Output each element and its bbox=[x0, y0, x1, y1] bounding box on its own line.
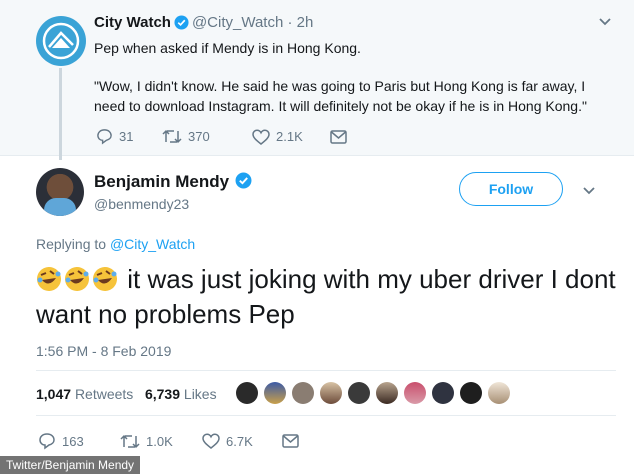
parent-actions: 31 370 2.1K bbox=[96, 128, 347, 145]
follow-button[interactable]: Follow bbox=[459, 172, 563, 206]
liker-avatar[interactable] bbox=[404, 382, 426, 404]
city-watch-avatar[interactable] bbox=[36, 16, 86, 66]
verified-icon bbox=[174, 15, 189, 34]
parent-tweet[interactable]: City Watch @City_Watch · 2h Pep when aske… bbox=[0, 0, 634, 160]
replying-prefix: Replying to bbox=[36, 236, 107, 252]
parent-separator: · bbox=[283, 14, 297, 31]
liker-avatars bbox=[236, 382, 510, 404]
envelope-icon bbox=[282, 434, 299, 448]
liker-avatar[interactable] bbox=[236, 382, 258, 404]
retweets-count[interactable]: 1,047 bbox=[36, 386, 71, 402]
liker-avatar[interactable] bbox=[264, 382, 286, 404]
liker-avatar[interactable] bbox=[488, 382, 510, 404]
main-actions: 163 1.0K 6.7K bbox=[38, 432, 299, 450]
retweet-button[interactable]: 1.0K bbox=[120, 433, 202, 450]
divider bbox=[36, 370, 616, 371]
main-tweet-text: it was just joking with my uber driver I… bbox=[36, 262, 616, 332]
liker-avatar[interactable] bbox=[292, 382, 314, 404]
retweet-count: 1.0K bbox=[146, 433, 173, 449]
verified-icon bbox=[235, 172, 252, 194]
heart-icon bbox=[202, 433, 220, 449]
main-author-handle[interactable]: @benmendy23 bbox=[94, 196, 189, 212]
divider bbox=[36, 415, 616, 416]
tweet-body: it was just joking with my uber driver I… bbox=[36, 264, 616, 329]
image-credit: Twitter/Benjamin Mendy bbox=[0, 456, 141, 474]
thread-line bbox=[59, 68, 62, 160]
heart-icon bbox=[252, 129, 270, 145]
envelope-icon bbox=[330, 129, 347, 144]
tweet-timestamp[interactable]: 1:56 PM - 8 Feb 2019 bbox=[36, 343, 171, 359]
liker-avatar[interactable] bbox=[320, 382, 342, 404]
main-author-name[interactable]: Benjamin Mendy bbox=[94, 172, 255, 194]
reply-icon bbox=[97, 129, 112, 145]
tweet-stats: 1,047 Retweets 6,739 Likes bbox=[36, 386, 217, 402]
parent-time[interactable]: 2h bbox=[297, 14, 314, 31]
reply-icon bbox=[39, 433, 55, 450]
parent-header: City Watch @City_Watch · 2h bbox=[94, 14, 313, 34]
rofl-emoji-icon bbox=[93, 267, 117, 291]
chevron-down-icon[interactable] bbox=[582, 183, 596, 202]
rofl-emoji-icon bbox=[37, 267, 61, 291]
retweets-label[interactable]: Retweets bbox=[75, 386, 133, 402]
parent-author-name[interactable]: City Watch bbox=[94, 14, 171, 31]
message-button[interactable] bbox=[282, 434, 299, 448]
like-count: 2.1K bbox=[276, 129, 303, 144]
message-button[interactable] bbox=[330, 129, 347, 144]
retweet-icon bbox=[162, 129, 182, 144]
parent-tweet-quote: "Wow, I didn't know. He said he was goin… bbox=[94, 78, 587, 114]
replying-to-link[interactable]: @City_Watch bbox=[110, 236, 195, 252]
benjamin-mendy-avatar[interactable] bbox=[36, 168, 84, 216]
liker-avatar[interactable] bbox=[432, 382, 454, 404]
reply-button[interactable]: 31 bbox=[96, 128, 162, 145]
retweet-icon bbox=[120, 434, 140, 448]
retweet-count: 370 bbox=[188, 129, 210, 144]
chevron-down-icon[interactable] bbox=[598, 14, 612, 33]
replying-to: Replying to @City_Watch bbox=[36, 236, 195, 252]
likes-count[interactable]: 6,739 bbox=[145, 386, 180, 402]
like-button[interactable]: 6.7K bbox=[202, 433, 282, 449]
rofl-emoji-icons bbox=[36, 264, 120, 294]
parent-handle[interactable]: @City_Watch bbox=[192, 14, 283, 31]
city-watch-logo-icon bbox=[42, 22, 80, 60]
liker-avatar[interactable] bbox=[348, 382, 370, 404]
likes-label[interactable]: Likes bbox=[184, 386, 217, 402]
liker-avatar[interactable] bbox=[460, 382, 482, 404]
reply-count: 31 bbox=[119, 129, 134, 144]
reply-button[interactable]: 163 bbox=[38, 432, 120, 450]
liker-avatar[interactable] bbox=[376, 382, 398, 404]
parent-tweet-text: Pep when asked if Mendy is in Hong Kong. bbox=[94, 40, 361, 56]
reply-count: 163 bbox=[62, 433, 84, 449]
like-count: 6.7K bbox=[226, 433, 253, 449]
retweet-button[interactable]: 370 bbox=[162, 128, 252, 145]
author-name-text: Benjamin Mendy bbox=[94, 172, 230, 191]
like-button[interactable]: 2.1K bbox=[252, 129, 330, 145]
rofl-emoji-icon bbox=[65, 267, 89, 291]
